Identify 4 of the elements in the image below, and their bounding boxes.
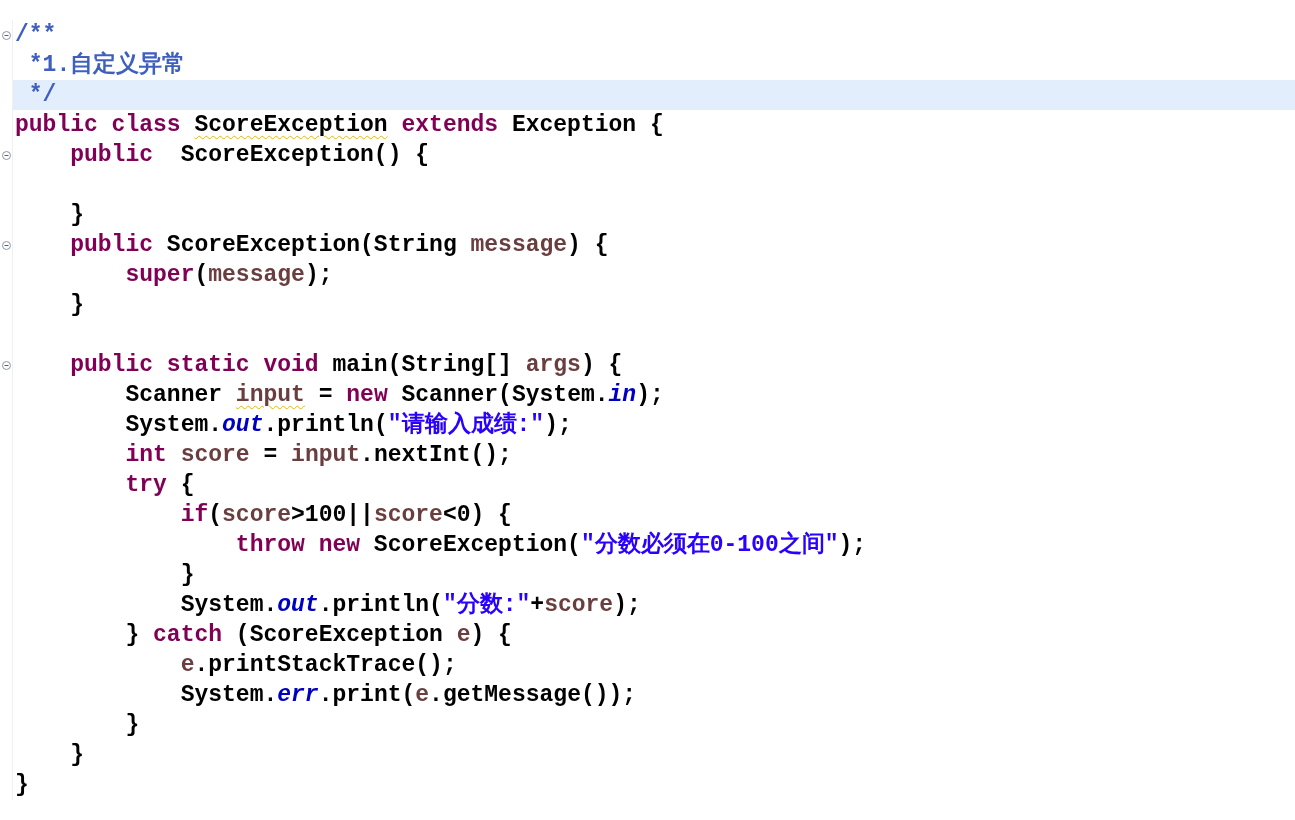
collapse-icon[interactable]	[1, 150, 11, 160]
collapse-icon[interactable]	[1, 240, 11, 250]
collapse-icon[interactable]	[1, 30, 11, 40]
collapse-icon[interactable]	[1, 360, 11, 370]
